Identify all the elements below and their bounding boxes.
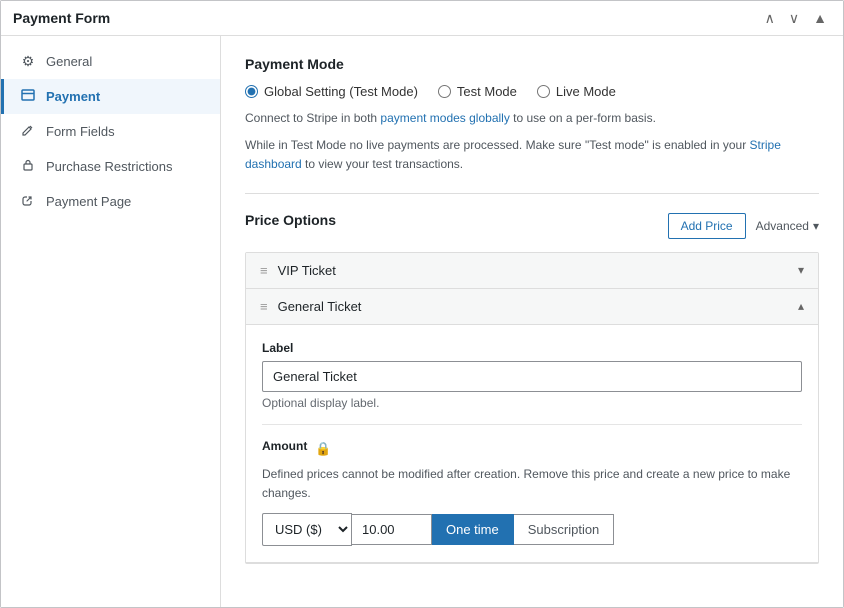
- general-ticket-collapse-button[interactable]: ▴: [798, 299, 804, 313]
- price-options-header: Price Options Add Price Advanced ▾: [245, 212, 819, 240]
- advanced-dropdown-button[interactable]: Advanced ▾: [756, 219, 819, 233]
- radio-live-label: Live Mode: [556, 84, 616, 99]
- radio-global-label: Global Setting (Test Mode): [264, 84, 418, 99]
- radio-test-label: Test Mode: [457, 84, 517, 99]
- label-field-input[interactable]: [262, 361, 802, 392]
- vip-ticket-row-left: ≡ VIP Ticket: [260, 263, 336, 278]
- close-button[interactable]: ▲: [809, 9, 831, 27]
- radio-global-setting[interactable]: Global Setting (Test Mode): [245, 84, 418, 99]
- price-options-section: Price Options Add Price Advanced ▾: [245, 212, 819, 564]
- price-options-title: Price Options: [245, 212, 336, 228]
- radio-global-input[interactable]: [245, 85, 258, 98]
- sidebar-item-payment-page[interactable]: Payment Page: [1, 184, 220, 219]
- sidebar-label-purchase-restrictions: Purchase Restrictions: [46, 159, 172, 174]
- one-time-button[interactable]: One time: [432, 514, 514, 545]
- window-title: Payment Form: [13, 10, 110, 26]
- vip-drag-handle: ≡: [260, 263, 268, 278]
- payment-mode-radio-group: Global Setting (Test Mode) Test Mode Liv…: [245, 84, 819, 99]
- amount-header: Amount 🔒: [262, 439, 802, 459]
- general-ticket-row[interactable]: ≡ General Ticket ▴: [246, 289, 818, 325]
- radio-test-input[interactable]: [438, 85, 451, 98]
- currency-select[interactable]: USD ($): [262, 513, 352, 546]
- section-divider: [245, 193, 819, 194]
- general-ticket-expanded-content: Label Optional display label. Amount 🔒: [246, 325, 818, 563]
- window-body: ⚙ General Payment: [1, 36, 843, 607]
- gear-icon: ⚙: [20, 53, 36, 70]
- radio-live-mode[interactable]: Live Mode: [537, 84, 616, 99]
- payment-mode-section: Payment Mode Global Setting (Test Mode) …: [245, 56, 819, 175]
- payment-mode-title: Payment Mode: [245, 56, 819, 72]
- info1-post: to use on a per-form basis.: [510, 111, 656, 125]
- add-price-button[interactable]: Add Price: [668, 213, 746, 239]
- vip-ticket-name: VIP Ticket: [278, 263, 336, 278]
- link-icon: [20, 193, 36, 210]
- window-controls: ∧ ∨ ▲: [761, 9, 831, 27]
- chevron-down-icon: ▾: [813, 219, 819, 233]
- amount-inputs-group: USD ($) One time Subscription: [262, 513, 802, 546]
- payment-form-window: Payment Form ∧ ∨ ▲ ⚙ General Payment: [0, 0, 844, 608]
- lock-icon: 🔒: [315, 441, 331, 457]
- main-content: Payment Mode Global Setting (Test Mode) …: [221, 36, 843, 607]
- field-divider: [262, 424, 802, 425]
- general-ticket-row-left: ≡ General Ticket: [260, 299, 361, 314]
- info1-pre: Connect to Stripe in both: [245, 111, 380, 125]
- sidebar-label-payment: Payment: [46, 89, 100, 104]
- window-header: Payment Form ∧ ∨ ▲: [1, 1, 843, 36]
- sidebar-item-payment[interactable]: Payment: [1, 79, 220, 114]
- label-field-hint: Optional display label.: [262, 396, 802, 410]
- sidebar-label-payment-page: Payment Page: [46, 194, 131, 209]
- sidebar-item-purchase-restrictions[interactable]: Purchase Restrictions: [1, 149, 220, 184]
- collapse-button[interactable]: ∧: [761, 9, 779, 27]
- payment-icon: [20, 88, 36, 105]
- info2-post: to view your test transactions.: [302, 157, 463, 171]
- info2-pre: While in Test Mode no live payments are …: [245, 138, 750, 152]
- amount-warning-content: Defined prices cannot be modified after …: [262, 467, 790, 500]
- label-field-group: Label Optional display label.: [262, 341, 802, 410]
- payment-modes-globally-link[interactable]: payment modes globally: [380, 111, 509, 125]
- amount-input[interactable]: [352, 514, 432, 545]
- radio-live-input[interactable]: [537, 85, 550, 98]
- amount-field-label: Amount: [262, 439, 307, 453]
- general-drag-handle: ≡: [260, 299, 268, 314]
- label-field-label: Label: [262, 341, 802, 355]
- radio-test-mode[interactable]: Test Mode: [438, 84, 517, 99]
- general-ticket-name: General Ticket: [278, 299, 362, 314]
- amount-warning-text: Defined prices cannot be modified after …: [262, 465, 802, 503]
- sidebar-item-form-fields[interactable]: Form Fields: [1, 114, 220, 149]
- edit-icon: [20, 123, 36, 140]
- vip-ticket-expand-button[interactable]: ▾: [798, 263, 804, 277]
- sidebar: ⚙ General Payment: [1, 36, 221, 607]
- expand-button[interactable]: ∨: [785, 9, 803, 27]
- payment-mode-info1: Connect to Stripe in both payment modes …: [245, 109, 819, 128]
- tickets-container: ≡ VIP Ticket ▾ ≡ General Ticket ▴: [245, 252, 819, 564]
- sidebar-label-general: General: [46, 54, 92, 69]
- lock-icon: [20, 158, 36, 175]
- vip-ticket-row[interactable]: ≡ VIP Ticket ▾: [246, 253, 818, 289]
- amount-field-group: Amount 🔒 Defined prices cannot be modifi…: [262, 439, 802, 546]
- sidebar-label-form-fields: Form Fields: [46, 124, 115, 139]
- payment-mode-info2: While in Test Mode no live payments are …: [245, 136, 819, 174]
- subscription-button[interactable]: Subscription: [514, 514, 615, 545]
- advanced-label: Advanced: [756, 219, 809, 233]
- sidebar-item-general[interactable]: ⚙ General: [1, 44, 220, 79]
